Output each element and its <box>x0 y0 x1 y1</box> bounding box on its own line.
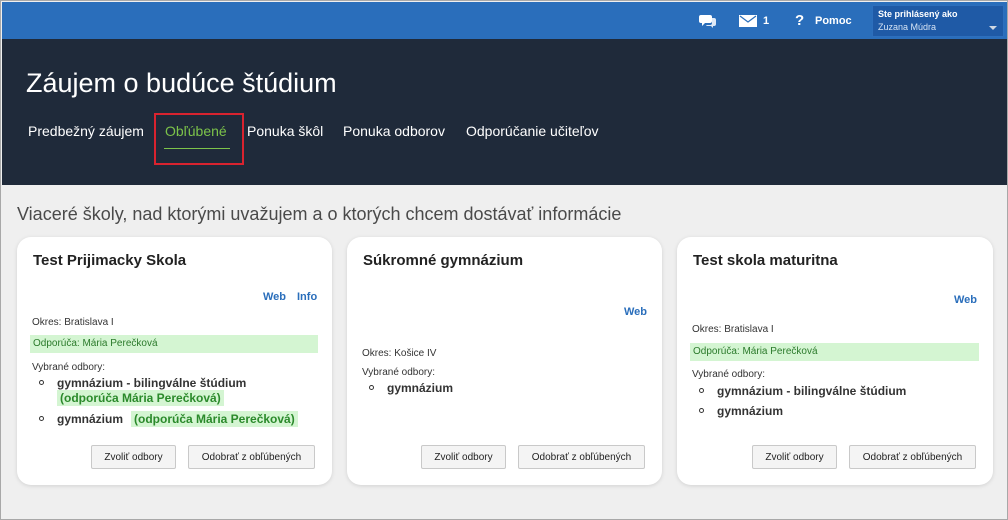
field-recommendation: (odporúča Mária Perečková) <box>131 411 298 427</box>
field-name: gymnázium <box>717 404 784 418</box>
school-title: Súkromné gymnázium <box>363 252 524 269</box>
fields-label: Vybrané odbory: <box>362 367 436 378</box>
fields-label: Vybrané odbory: <box>692 369 766 380</box>
school-card: Test skola maturitna Web Okres: Bratisla… <box>677 237 993 485</box>
web-link[interactable]: Web <box>624 306 647 318</box>
chevron-down-icon <box>989 26 997 30</box>
okres-label: Okres: Bratislava I <box>692 324 774 335</box>
web-link[interactable]: Web <box>263 291 286 303</box>
field-name: gymnázium - bilingválne štúdium <box>717 384 907 398</box>
fields-label: Vybrané odbory: <box>32 362 106 373</box>
bullet-icon <box>39 416 44 421</box>
recommendation-badge: Odporúča: Mária Perečková <box>690 343 979 361</box>
school-title: Test skola maturitna <box>693 252 838 269</box>
page-title: Záujem o budúce štúdium <box>26 68 337 98</box>
web-link[interactable]: Web <box>954 294 977 306</box>
choose-fields-button[interactable]: Zvoliť odbory <box>91 445 176 469</box>
field-name: gymnázium <box>57 412 124 426</box>
okres-label: Okres: Košice IV <box>362 348 437 359</box>
field-name: gymnázium <box>387 381 454 395</box>
user-name: Zuzana Múdra <box>878 22 937 32</box>
envelope-icon[interactable] <box>739 2 757 39</box>
app-window: 1 ? Pomoc Ste prihlásený ako Zuzana Múdr… <box>0 0 1008 520</box>
bullet-icon <box>39 380 44 385</box>
choose-fields-button[interactable]: Zvoliť odbory <box>421 445 506 469</box>
tab-predbezny-zaujem[interactable]: Predbežný záujem <box>28 123 144 143</box>
page-subtitle: Viaceré školy, nad ktorými uvažujem a o … <box>17 204 622 224</box>
recommendation-badge: Odporúča: Mária Perečková <box>30 335 318 353</box>
remove-favorite-button[interactable]: Odobrať z obľúbených <box>518 445 645 469</box>
tab-ponuka-odborov[interactable]: Ponuka odborov <box>343 123 445 143</box>
top-bar: 1 ? Pomoc Ste prihlásený ako Zuzana Múdr… <box>2 2 1007 39</box>
field-name: gymnázium - bilingválne štúdium <box>57 376 247 390</box>
user-title: Ste prihlásený ako <box>878 9 958 19</box>
field-recommendation: (odporúča Mária Perečková) <box>57 390 224 406</box>
info-link[interactable]: Info <box>297 291 317 303</box>
school-card: Test Prijimacky Skola Web Info Okres: Br… <box>17 237 332 485</box>
mail-count-badge: 1 <box>763 14 770 27</box>
remove-favorite-button[interactable]: Odobrať z obľúbených <box>849 445 976 469</box>
chat-bubbles-icon[interactable] <box>699 2 717 39</box>
tab-ponuka-skol[interactable]: Ponuka škôl <box>247 123 323 143</box>
help-link[interactable]: Pomoc <box>815 2 852 39</box>
bullet-icon <box>369 385 374 390</box>
bullet-icon <box>699 388 704 393</box>
choose-fields-button[interactable]: Zvoliť odbory <box>752 445 837 469</box>
bullet-icon <box>699 408 704 413</box>
question-icon[interactable]: ? <box>795 2 804 39</box>
school-title: Test Prijimacky Skola <box>33 252 187 269</box>
remove-favorite-button[interactable]: Odobrať z obľúbených <box>188 445 315 469</box>
page-header: Záujem o budúce štúdium Predbežný záujem… <box>2 39 1007 185</box>
tab-odporucanie-ucitelov[interactable]: Odporúčanie učiteľov <box>466 123 599 143</box>
highlight-box <box>154 113 244 165</box>
user-menu[interactable]: Ste prihlásený ako Zuzana Múdra <box>872 5 1004 37</box>
okres-label: Okres: Bratislava I <box>32 317 114 328</box>
school-card: Súkromné gymnázium Web Okres: Košice IV … <box>347 237 662 485</box>
